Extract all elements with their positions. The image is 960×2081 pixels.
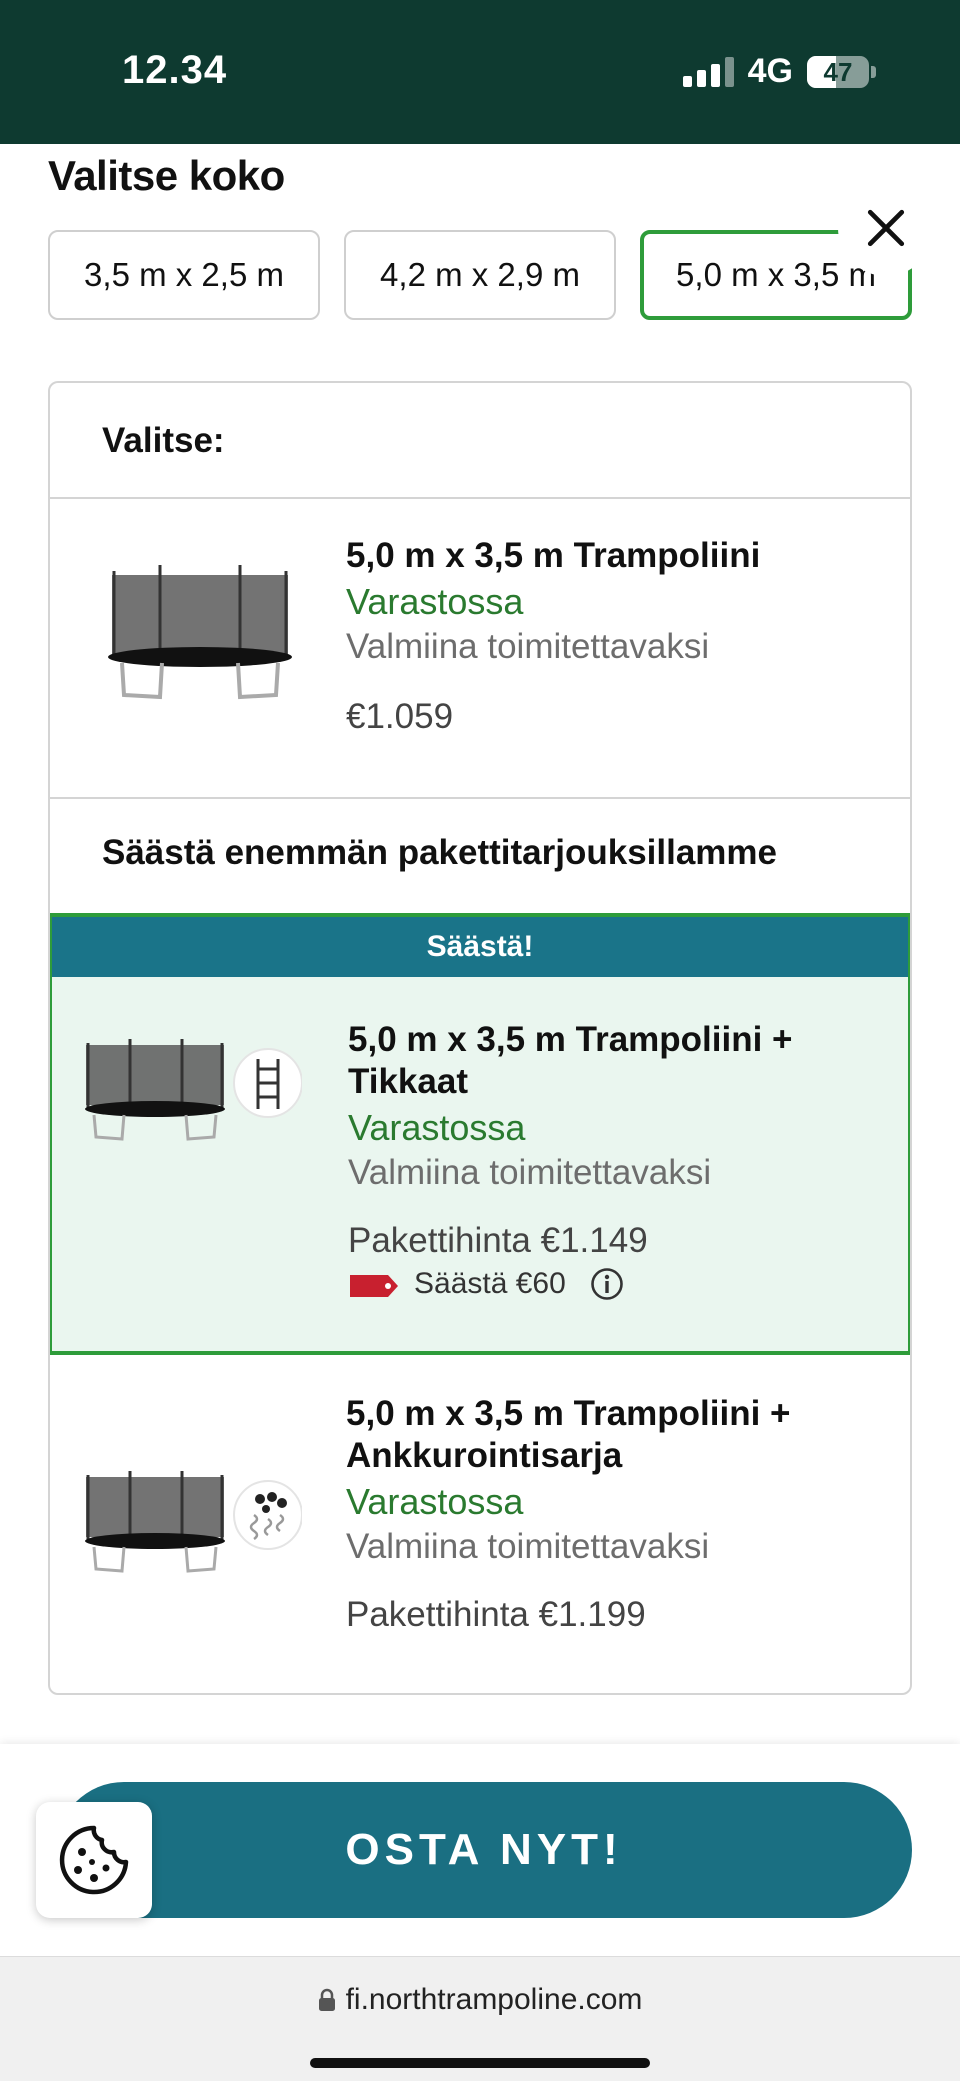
close-icon bbox=[867, 209, 905, 247]
trampoline-image bbox=[108, 565, 292, 700]
size-option-4-2x2-9[interactable]: 4,2 m x 2,9 m bbox=[344, 230, 616, 320]
bundles-heading: Säästä enemmän pakettitarjouksillamme bbox=[102, 833, 778, 872]
stock-status: Varastossa bbox=[346, 581, 524, 622]
product-option-trampoline[interactable]: 5,0 m x 3,5 m Trampoliini Varastossa Val… bbox=[50, 501, 910, 779]
browser-url-bar[interactable]: fi.northtrampoline.com bbox=[0, 1956, 960, 2081]
card-header: Valitse: bbox=[50, 383, 910, 499]
size-option-3-5x2-5[interactable]: 3,5 m x 2,5 m bbox=[48, 230, 320, 320]
network-type: 4G bbox=[747, 52, 793, 90]
size-picker-title: Valitse koko bbox=[48, 152, 285, 199]
availability-text: Valmiina toimitettavaksi bbox=[346, 1527, 710, 1566]
cookie-settings-button[interactable] bbox=[36, 1802, 152, 1918]
bundle-option-ladder[interactable]: Säästä! 5,0 m x 3,5 m Trampoliini + Tikk… bbox=[50, 913, 910, 1355]
buy-now-button[interactable]: OSTA NYT! bbox=[56, 1782, 912, 1918]
lock-icon bbox=[318, 1988, 336, 2012]
deal-banner: Säästä! bbox=[52, 917, 908, 977]
availability-text: Valmiina toimitettavaksi bbox=[348, 1153, 712, 1192]
divider bbox=[50, 797, 910, 799]
bundle-price: Pakettihinta €1.149 bbox=[348, 1221, 648, 1260]
product-title: 5,0 m x 3,5 m Trampoliini bbox=[346, 536, 761, 575]
stock-status: Varastossa bbox=[346, 1481, 524, 1522]
url-text: fi.northtrampoline.com bbox=[345, 1983, 643, 2016]
status-bar: 12.34 4G 47 bbox=[0, 0, 960, 144]
battery-icon: 47 bbox=[807, 55, 869, 88]
signal-icon bbox=[682, 56, 734, 87]
bundle-option-anchor-kit[interactable]: 5,0 m x 3,5 m Trampoliini + Ankkurointis… bbox=[50, 1359, 910, 1693]
trampoline-anchor-image bbox=[85, 1471, 302, 1573]
info-icon[interactable] bbox=[590, 1267, 624, 1301]
battery-level: 47 bbox=[823, 56, 853, 87]
product-price: €1.059 bbox=[346, 697, 454, 736]
trampoline-ladder-image bbox=[85, 1039, 302, 1141]
bottom-action-bar: OSTA NYT! bbox=[0, 1744, 960, 1956]
bundle-price: Pakettihinta €1.199 bbox=[346, 1595, 646, 1634]
price-tag-icon bbox=[350, 1275, 398, 1297]
savings-text: Säästä €60 bbox=[414, 1267, 566, 1300]
url-display[interactable]: fi.northtrampoline.com bbox=[0, 1983, 960, 2017]
availability-text: Valmiina toimitettavaksi bbox=[346, 627, 710, 666]
home-indicator[interactable] bbox=[310, 2058, 650, 2068]
card-header-label: Valitse: bbox=[102, 421, 225, 460]
bundle-title: 5,0 m x 3,5 m Trampoliini + Tikkaat bbox=[348, 1020, 793, 1101]
battery-tip bbox=[871, 65, 876, 78]
close-button[interactable] bbox=[838, 180, 934, 276]
stock-status: Varastossa bbox=[348, 1107, 526, 1148]
status-time: 12.34 bbox=[122, 48, 228, 92]
cookie-icon bbox=[59, 1825, 129, 1895]
status-indicators: 4G 47 bbox=[682, 52, 876, 91]
product-selection-card: Valitse: 5,0 m x 3,5 m Trampoliini Varas… bbox=[48, 381, 912, 1695]
bundle-title: 5,0 m x 3,5 m Trampoliini + Ankkurointis… bbox=[346, 1394, 791, 1475]
